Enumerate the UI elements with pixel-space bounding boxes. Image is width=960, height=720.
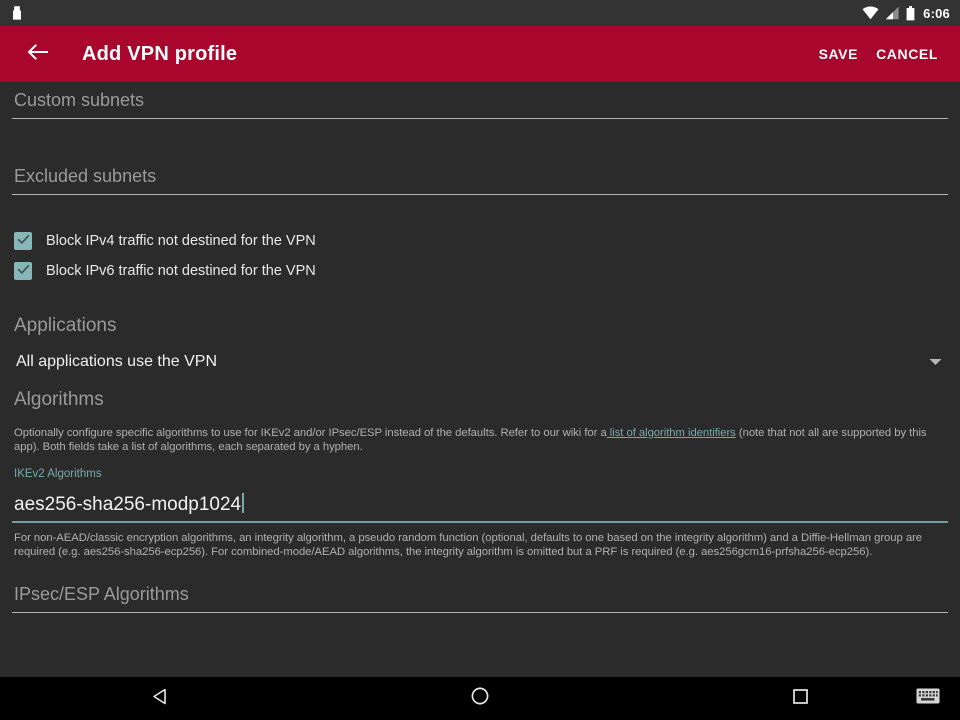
applications-selected-value: All applications use the VPN (16, 353, 217, 370)
checkmark-icon (17, 262, 30, 280)
app-bar-actions: SAVE CANCEL (819, 46, 944, 62)
status-bar-system-icons: 6:06 (862, 5, 950, 21)
block-ipv6-label: Block IPv6 traffic not destined for the … (46, 263, 316, 279)
ikev2-algorithms-field[interactable]: IKEv2 Algorithms aes256-sha256-modp1024 (12, 468, 948, 523)
nav-back-triangle-icon (151, 687, 170, 711)
vpn-key-icon (12, 5, 24, 21)
status-bar-clock: 6:06 (923, 5, 950, 21)
status-bar: 6:06 (0, 0, 960, 26)
ikev2-algorithms-underline (12, 520, 948, 523)
nav-home-circle-icon (470, 686, 490, 711)
ipsec-esp-algorithms-placeholder: IPsec/ESP Algorithms (14, 583, 189, 604)
block-ipv4-label: Block IPv4 traffic not destined for the … (46, 233, 316, 249)
ikev2-algorithms-input[interactable]: aes256-sha256-modp1024 (12, 490, 948, 521)
block-ipv4-checkbox[interactable] (14, 232, 32, 250)
app-bar: Add VPN profile SAVE CANCEL (0, 26, 960, 82)
custom-subnets-field[interactable]: Custom subnets (12, 91, 948, 119)
ikev2-algorithms-helper: For non-AEAD/classic encryption algorith… (14, 531, 923, 558)
navigation-bar (0, 677, 960, 720)
excluded-subnets-underline (12, 194, 948, 195)
nav-recents-square-icon (791, 687, 810, 711)
algorithm-identifiers-link[interactable]: list of algorithm identifiers (607, 427, 736, 439)
ikev2-algorithms-value: aes256-sha256-modp1024 (14, 493, 242, 515)
android-screen: 6:06 Add VPN profile SAVE CANCEL Custom … (0, 0, 960, 720)
vpn-profile-form: Custom subnets Excluded subnets Block IP… (0, 82, 960, 677)
block-ipv6-checkbox-row[interactable]: Block IPv6 traffic not destined for the … (12, 262, 948, 280)
chevron-down-icon (929, 358, 948, 366)
battery-icon (906, 5, 915, 21)
applications-section-title: Applications (14, 315, 117, 336)
excluded-subnets-field[interactable]: Excluded subnets (12, 167, 948, 195)
ipsec-esp-algorithms-underline (12, 611, 948, 613)
excluded-subnets-placeholder: Excluded subnets (14, 166, 157, 186)
algorithms-section-title: Algorithms (14, 389, 104, 410)
keyboard-icon (916, 687, 940, 710)
checkmark-icon (17, 232, 30, 250)
applications-spinner[interactable]: All applications use the VPN (12, 353, 948, 371)
custom-subnets-underline (12, 118, 948, 119)
status-bar-notifications (12, 5, 24, 21)
ime-switcher-button[interactable] (908, 677, 948, 720)
back-button[interactable] (20, 36, 56, 72)
page-title: Add VPN profile (82, 42, 238, 65)
nav-home-button[interactable] (320, 677, 640, 720)
save-button[interactable]: SAVE (819, 46, 859, 62)
ikev2-algorithms-label: IKEv2 Algorithms (14, 468, 102, 480)
nav-back-button[interactable] (0, 677, 320, 720)
block-ipv6-checkbox[interactable] (14, 262, 32, 280)
cancel-button[interactable]: CANCEL (876, 46, 938, 62)
block-ipv4-checkbox-row[interactable]: Block IPv4 traffic not destined for the … (12, 232, 948, 250)
text-cursor (242, 492, 245, 513)
ipsec-esp-algorithms-field[interactable]: IPsec/ESP Algorithms (12, 585, 948, 613)
back-arrow-icon (26, 42, 50, 67)
custom-subnets-placeholder: Custom subnets (14, 90, 145, 110)
wifi-icon (862, 6, 879, 20)
algorithms-description: Optionally configure specific algorithms… (12, 426, 948, 454)
cellular-signal-icon (885, 6, 900, 20)
algorithms-description-part1: Optionally configure specific algorithms… (14, 427, 607, 439)
